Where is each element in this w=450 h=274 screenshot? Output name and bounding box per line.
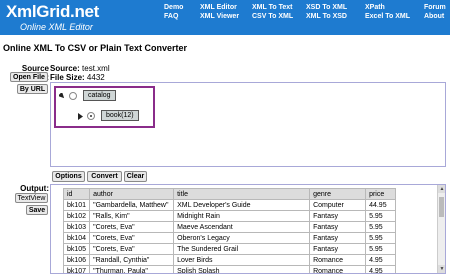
- cell-genre: Fantasy: [309, 210, 367, 222]
- column-header-author[interactable]: author: [89, 188, 175, 200]
- cell-price: 5.95: [365, 210, 397, 222]
- cell-title: Splish Splash: [173, 265, 311, 273]
- cell-author: "Gambardella, Matthew": [89, 199, 175, 211]
- cell-title: Lover Birds: [173, 254, 311, 266]
- open-file-button[interactable]: Open File: [10, 72, 48, 82]
- nav-column-5: XPath Excel To XML: [365, 3, 410, 21]
- nav-column-2: XML Editor XML Viewer: [200, 3, 239, 21]
- cell-id: bk101: [62, 199, 91, 211]
- file-size-label: File Size:: [50, 73, 85, 82]
- source-label: Source:: [50, 64, 80, 73]
- file-size-info: File Size: 4432: [50, 73, 105, 82]
- output-table: id author title genre price bk101 "Gamba…: [62, 188, 397, 273]
- cell-genre: Fantasy: [309, 243, 367, 255]
- nav-link-xml-viewer[interactable]: XML Viewer: [200, 12, 239, 21]
- cell-genre: Computer: [309, 199, 367, 211]
- cell-genre: Fantasy: [309, 221, 367, 233]
- convert-button[interactable]: Convert: [87, 171, 122, 182]
- nav-link-faq[interactable]: FAQ: [164, 12, 183, 21]
- nav-link-forum[interactable]: Forum: [424, 3, 446, 12]
- cell-genre: Romance: [309, 254, 367, 266]
- site-header: XmlGrid.net Online XML Editor Demo FAQ X…: [0, 0, 450, 35]
- column-header-id[interactable]: id: [62, 188, 91, 200]
- cell-id: bk107: [62, 265, 91, 273]
- textview-button[interactable]: TextView: [15, 193, 48, 203]
- scrollbar-thumb[interactable]: [439, 197, 444, 217]
- cell-id: bk106: [62, 254, 91, 266]
- cell-price: 5.95: [365, 243, 397, 255]
- cell-id: bk102: [62, 210, 91, 222]
- table-row[interactable]: bk102 "Ralls, Kim" Midnight Rain Fantasy…: [62, 210, 397, 222]
- nav-link-excel-to-xml[interactable]: Excel To XML: [365, 12, 410, 21]
- cell-title: Oberon's Legacy: [173, 232, 311, 244]
- nav-link-xsd-to-xml[interactable]: XSD To XML: [306, 3, 347, 12]
- cell-price: 4.95: [365, 254, 397, 266]
- table-row[interactable]: bk101 "Gambardella, Matthew" XML Develop…: [62, 199, 397, 211]
- table-row[interactable]: bk106 "Randall, Cynthia" Lover Birds Rom…: [62, 254, 397, 266]
- cell-price: 5.95: [365, 221, 397, 233]
- table-row[interactable]: bk103 "Corets, Eva" Maeve Ascendant Fant…: [62, 221, 397, 233]
- page-title: Online XML To CSV or Plain Text Converte…: [3, 43, 188, 53]
- by-url-button[interactable]: By URL: [17, 84, 48, 94]
- table-header-row: id author title genre price: [62, 188, 397, 200]
- scroll-down-icon[interactable]: ▼: [438, 265, 445, 273]
- nav-column-3: XML To Text CSV To XML: [252, 3, 293, 21]
- cell-author: "Corets, Eva": [89, 232, 175, 244]
- nav-link-csv-to-xml[interactable]: CSV To XML: [252, 12, 293, 21]
- logo-title[interactable]: XmlGrid.net: [6, 2, 99, 22]
- cell-id: bk103: [62, 221, 91, 233]
- nav-link-xml-editor[interactable]: XML Editor: [200, 3, 239, 12]
- cell-author: "Corets, Eva": [89, 221, 175, 233]
- cell-author: "Thurman, Paula": [89, 265, 175, 273]
- options-button[interactable]: Options: [52, 171, 85, 182]
- nav-link-demo[interactable]: Demo: [164, 3, 183, 12]
- nav-link-xml-to-xsd[interactable]: XML To XSD: [306, 12, 347, 21]
- nav-link-about[interactable]: About: [424, 12, 446, 21]
- cell-title: Midnight Rain: [173, 210, 311, 222]
- output-label: Output:: [20, 184, 49, 193]
- cell-title: XML Developer's Guide: [173, 199, 311, 211]
- cell-author: "Ralls, Kim": [89, 210, 175, 222]
- column-header-title[interactable]: title: [173, 188, 311, 200]
- collapse-arrow-icon[interactable]: [59, 93, 65, 99]
- tree-node-catalog[interactable]: catalog: [83, 90, 116, 101]
- expand-arrow-icon[interactable]: [78, 113, 83, 120]
- source-info: Source: test.xml: [50, 64, 110, 73]
- nav-column-6: Forum About: [424, 3, 446, 21]
- clear-button[interactable]: Clear: [124, 171, 147, 182]
- nav-link-xml-to-text[interactable]: XML To Text: [252, 3, 293, 12]
- nav-column-4: XSD To XML XML To XSD: [306, 3, 347, 21]
- nav-link-xpath[interactable]: XPath: [365, 3, 410, 12]
- cell-id: bk104: [62, 232, 91, 244]
- column-header-genre[interactable]: genre: [309, 188, 367, 200]
- column-header-price[interactable]: price: [365, 188, 397, 200]
- book-radio[interactable]: [87, 112, 95, 120]
- cell-title: Maeve Ascendant: [173, 221, 311, 233]
- vertical-scrollbar[interactable]: ▲ ▼: [437, 185, 445, 273]
- cell-author: "Randall, Cynthia": [89, 254, 175, 266]
- tree-selection-frame: catalog book(12): [54, 86, 155, 128]
- cell-title: The Sundered Grail: [173, 243, 311, 255]
- save-button[interactable]: Save: [26, 205, 48, 215]
- file-size-value: 4432: [86, 73, 105, 82]
- table-row[interactable]: bk107 "Thurman, Paula" Splish Splash Rom…: [62, 265, 397, 273]
- cell-price: 4.95: [365, 265, 397, 273]
- table-row[interactable]: bk104 "Corets, Eva" Oberon's Legacy Fant…: [62, 232, 397, 244]
- cell-price: 5.95: [365, 232, 397, 244]
- xml-tree-panel: catalog book(12): [50, 82, 446, 167]
- table-row[interactable]: bk105 "Corets, Eva" The Sundered Grail F…: [62, 243, 397, 255]
- cell-price: 44.95: [365, 199, 397, 211]
- nav-column-1: Demo FAQ: [164, 3, 183, 21]
- output-grid-panel: id author title genre price bk101 "Gamba…: [50, 184, 446, 274]
- source-value: test.xml: [82, 64, 110, 73]
- logo-subtitle: Online XML Editor: [20, 22, 93, 32]
- tree-node-book[interactable]: book(12): [101, 110, 139, 121]
- cell-id: bk105: [62, 243, 91, 255]
- cell-genre: Fantasy: [309, 232, 367, 244]
- cell-genre: Romance: [309, 265, 367, 273]
- catalog-radio[interactable]: [69, 92, 77, 100]
- scroll-up-icon[interactable]: ▲: [438, 185, 445, 193]
- cell-author: "Corets, Eva": [89, 243, 175, 255]
